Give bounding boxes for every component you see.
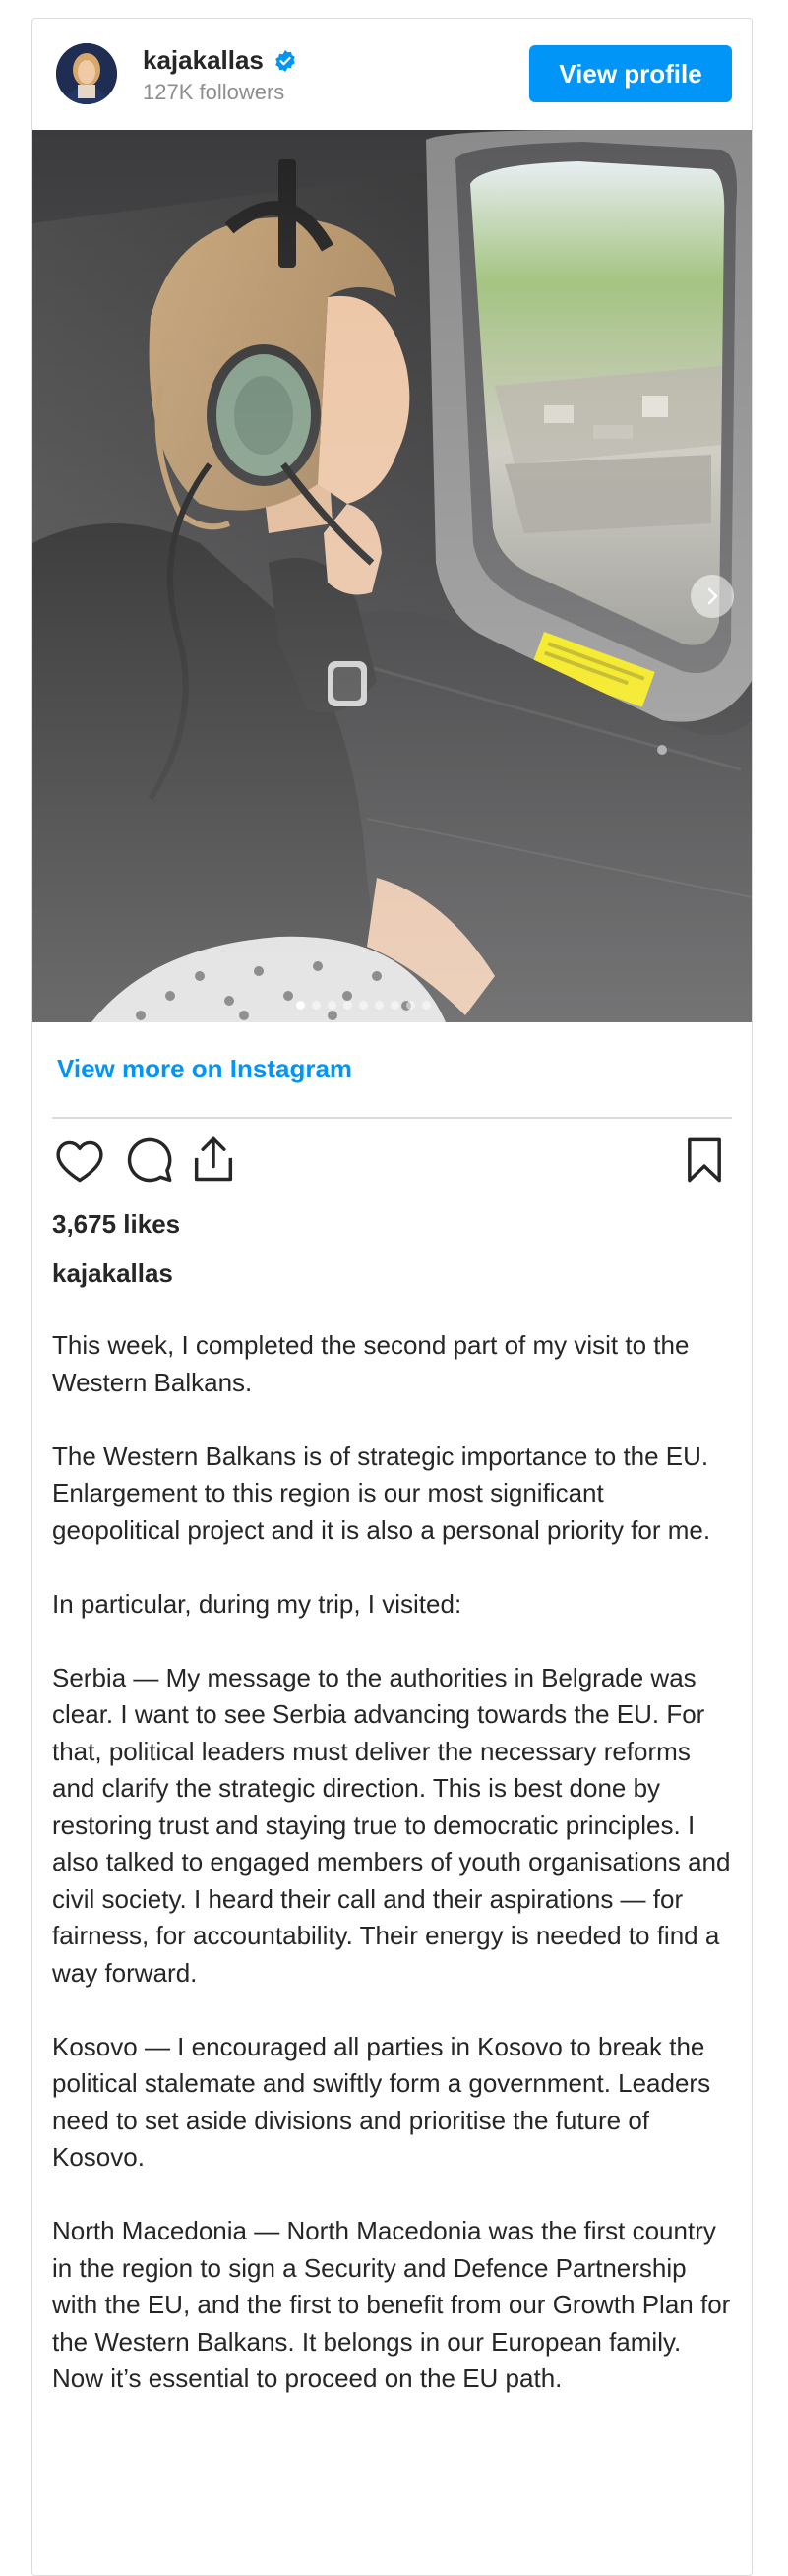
avatar[interactable] xyxy=(56,43,117,104)
post-caption: This week, I completed the second part o… xyxy=(52,1327,736,2434)
carousel-dot xyxy=(391,1001,399,1010)
view-profile-button[interactable]: View profile xyxy=(529,45,732,102)
chevron-right-icon xyxy=(702,586,722,606)
comment-icon[interactable] xyxy=(121,1133,176,1188)
carousel-dot xyxy=(359,1001,368,1010)
carousel-dots xyxy=(296,1001,431,1010)
caption-paragraph: This week, I completed the second part o… xyxy=(52,1330,690,1397)
heart-icon[interactable] xyxy=(52,1133,107,1188)
post-photo[interactable] xyxy=(32,130,752,1022)
bookmark-icon[interactable] xyxy=(677,1133,732,1188)
view-more-link[interactable]: View more on Instagram xyxy=(57,1054,352,1084)
instagram-embed-card: kajakallas 127K followers View profile V… xyxy=(31,18,753,2576)
action-bar xyxy=(52,1133,732,1192)
caption-username[interactable]: kajakallas xyxy=(52,1258,173,1289)
carousel-dot xyxy=(312,1001,321,1010)
divider xyxy=(52,1117,732,1119)
likes-count[interactable]: 3,675 likes xyxy=(52,1209,180,1240)
carousel-dot xyxy=(343,1001,352,1010)
carousel-dot xyxy=(406,1001,415,1010)
caption-paragraph: The Western Balkans is of strategic impo… xyxy=(52,1441,711,1545)
carousel-dot xyxy=(328,1001,336,1010)
username[interactable]: kajakallas xyxy=(143,45,297,76)
carousel-dot xyxy=(375,1001,384,1010)
caption-paragraph: Serbia — My message to the authorities i… xyxy=(52,1662,731,1988)
share-icon[interactable] xyxy=(186,1133,241,1188)
verified-badge-icon xyxy=(273,49,297,73)
carousel-dot xyxy=(422,1001,431,1010)
caption-paragraph: North Macedonia — North Macedonia was th… xyxy=(52,2216,731,2393)
username-text[interactable]: kajakallas xyxy=(143,45,264,76)
caption-paragraph: Kosovo — I encouraged all parties in Kos… xyxy=(52,2031,711,2173)
caption-paragraph: In particular, during my trip, I visited… xyxy=(52,1588,462,1619)
post-header: kajakallas 127K followers View profile xyxy=(32,19,752,130)
next-slide-button[interactable] xyxy=(691,575,734,618)
carousel-dot xyxy=(296,1001,305,1010)
followers-count: 127K followers xyxy=(143,80,285,104)
